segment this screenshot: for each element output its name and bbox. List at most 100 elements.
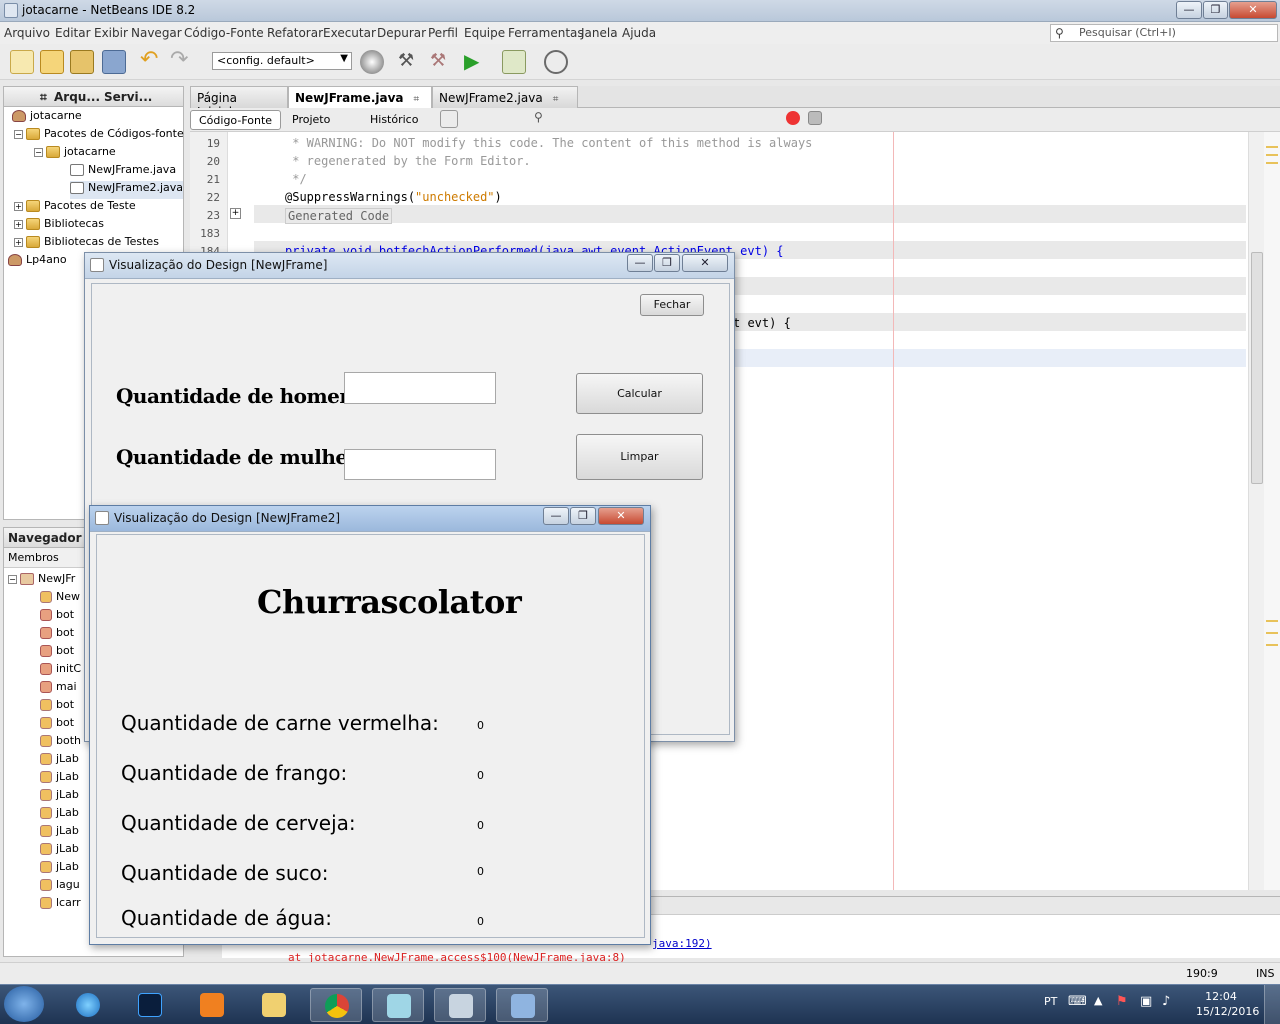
tree-item-test-libraries[interactable]: + Bibliotecas de Testes — [14, 235, 159, 253]
menu-arquivo[interactable]: Arquivo — [4, 26, 50, 40]
list-item[interactable]: lagu — [40, 878, 80, 896]
clean-build-icon[interactable]: ⚒ — [430, 50, 454, 74]
close-icon[interactable]: ⌗ — [40, 90, 47, 105]
men-input[interactable] — [344, 372, 496, 404]
list-item[interactable]: initC — [40, 662, 81, 680]
warning-mark[interactable] — [1266, 632, 1278, 634]
list-item[interactable]: New — [40, 590, 80, 608]
list-item[interactable]: bot — [40, 644, 74, 662]
warning-mark[interactable] — [1266, 146, 1278, 148]
taskbar-netbeans[interactable] — [496, 988, 548, 1022]
close-button[interactable]: ✕ — [598, 507, 644, 525]
tab-historico[interactable]: Histórico — [362, 110, 426, 130]
find-icon[interactable]: ⚲ — [534, 110, 552, 128]
tree-item-libraries[interactable]: + Bibliotecas — [14, 217, 104, 235]
window-titlebar[interactable]: Visualização do Design [NewJFrame] — ❐ ✕ — [85, 253, 734, 279]
profile-icon[interactable] — [544, 50, 568, 74]
list-item[interactable]: jLab — [40, 752, 79, 770]
close-button[interactable]: ✕ — [682, 254, 728, 272]
start-button[interactable] — [4, 986, 44, 1022]
warning-mark[interactable] — [1266, 162, 1278, 164]
clock[interactable]: 12:04 15/12/2016 — [1196, 989, 1259, 1019]
warning-mark[interactable] — [1266, 620, 1278, 622]
list-item[interactable]: jLab — [40, 770, 79, 788]
open-project-icon[interactable] — [70, 50, 94, 74]
minimize-button[interactable]: — — [1176, 1, 1202, 19]
maximize-button[interactable]: ❐ — [654, 254, 680, 272]
menu-depurar[interactable]: Depurar — [377, 26, 426, 40]
menu-ajuda[interactable]: Ajuda — [622, 26, 656, 40]
tree-item-jotacarne[interactable]: jotacarne — [12, 109, 82, 127]
expand-icon[interactable]: + — [14, 237, 23, 247]
list-item[interactable]: jLab — [40, 824, 79, 842]
list-item[interactable]: bot — [40, 716, 74, 734]
list-item[interactable]: jLab — [40, 842, 79, 860]
expand-icon[interactable]: + — [14, 201, 23, 211]
config-select[interactable]: <config. default> ▼ — [212, 52, 352, 70]
tab-codigo-fonte[interactable]: Código-Fonte — [190, 110, 282, 130]
debug-icon[interactable] — [502, 50, 526, 74]
tree-item-source-packages[interactable]: − Pacotes de Códigos-fonte — [14, 127, 184, 145]
tree-item-test-packages[interactable]: + Pacotes de Teste — [14, 199, 136, 217]
network-icon[interactable]: ▣ — [1140, 994, 1152, 1009]
taskbar-chrome[interactable] — [310, 988, 362, 1022]
navigator-title[interactable]: Navegador — [8, 531, 82, 545]
undo-icon[interactable]: ↶ — [140, 49, 164, 74]
navigator-root[interactable]: − NewJFr — [8, 572, 75, 590]
list-item[interactable]: jLab — [40, 806, 79, 824]
list-item[interactable]: mai — [40, 680, 77, 698]
menu-codigo-fonte[interactable]: Código-Fonte — [184, 26, 264, 40]
run-icon[interactable]: ▶ — [464, 50, 488, 74]
taskbar-ie[interactable] — [62, 988, 114, 1022]
list-item[interactable]: both — [40, 734, 81, 752]
globe-icon[interactable] — [360, 50, 384, 74]
list-item[interactable]: jLab — [40, 860, 79, 878]
women-input[interactable] — [344, 449, 496, 480]
tab-projeto[interactable]: Projeto — [284, 110, 338, 130]
editor-scrollbar[interactable] — [1248, 132, 1264, 890]
taskbar-explorer[interactable] — [248, 988, 300, 1022]
list-item[interactable]: jLab — [40, 788, 79, 806]
close-button[interactable]: ✕ — [1229, 1, 1277, 19]
menu-equipe[interactable]: Equipe — [464, 26, 505, 40]
stop-macro-icon[interactable] — [808, 111, 822, 125]
show-desktop-button[interactable] — [1264, 985, 1280, 1024]
build-hammer-icon[interactable]: ⚒ — [398, 50, 422, 74]
scrollbar-thumb[interactable] — [1251, 252, 1263, 484]
back-icon[interactable] — [440, 110, 458, 128]
record-macro-icon[interactable] — [786, 111, 800, 125]
search-input[interactable]: ⚲ Pesquisar (Ctrl+I) — [1050, 24, 1278, 42]
stacktrace-link[interactable]: java:192) — [652, 937, 712, 950]
menu-perfil[interactable]: Perfil — [428, 26, 458, 40]
taskbar-photoshop[interactable] — [124, 988, 176, 1022]
redo-icon[interactable]: ↷ — [170, 49, 194, 74]
tab-newjframe2[interactable]: NewJFrame2.java ⌗ — [432, 86, 578, 108]
list-item[interactable]: bot — [40, 608, 74, 626]
list-item[interactable]: lcarr — [40, 896, 81, 914]
window-titlebar[interactable]: Visualização do Design [NewJFrame2] — ❐ … — [90, 506, 650, 532]
volume-icon[interactable]: ♪ — [1162, 994, 1170, 1009]
action-center-flag-icon[interactable]: ⚑ — [1116, 994, 1128, 1009]
close-icon[interactable]: ⌗ — [553, 94, 559, 105]
generated-code-fold[interactable]: Generated Code — [285, 208, 393, 224]
minimize-button[interactable]: — — [627, 254, 653, 272]
maximize-button[interactable]: ❐ — [1203, 1, 1228, 19]
minimize-button[interactable]: — — [543, 507, 569, 525]
tab-pagina-inicial[interactable]: Página Inicial⌗ — [190, 86, 288, 119]
list-item[interactable]: bot — [40, 698, 74, 716]
list-item[interactable]: bot — [40, 626, 74, 644]
collapse-icon[interactable]: − — [14, 129, 23, 139]
taskbar-calculator[interactable] — [434, 988, 486, 1022]
tree-item-newjframe2[interactable]: NewJFrame2.java — [70, 181, 184, 199]
menu-editar[interactable]: Editar — [55, 26, 91, 40]
tab-servicos[interactable]: Servi... — [104, 90, 152, 104]
fechar-button[interactable]: Fechar — [640, 294, 704, 316]
menu-ferramentas[interactable]: Ferramentas — [508, 26, 584, 40]
calcular-button[interactable]: Calcular — [576, 373, 703, 414]
expand-fold-icon[interactable]: + — [230, 208, 241, 219]
new-project-icon[interactable] — [40, 50, 64, 74]
warning-mark[interactable] — [1266, 644, 1278, 646]
menu-refatorar[interactable]: Refatorar — [267, 26, 323, 40]
keyboard-icon[interactable]: ⌨ — [1068, 994, 1087, 1009]
tree-item-newjframe[interactable]: NewJFrame.java — [70, 163, 176, 181]
